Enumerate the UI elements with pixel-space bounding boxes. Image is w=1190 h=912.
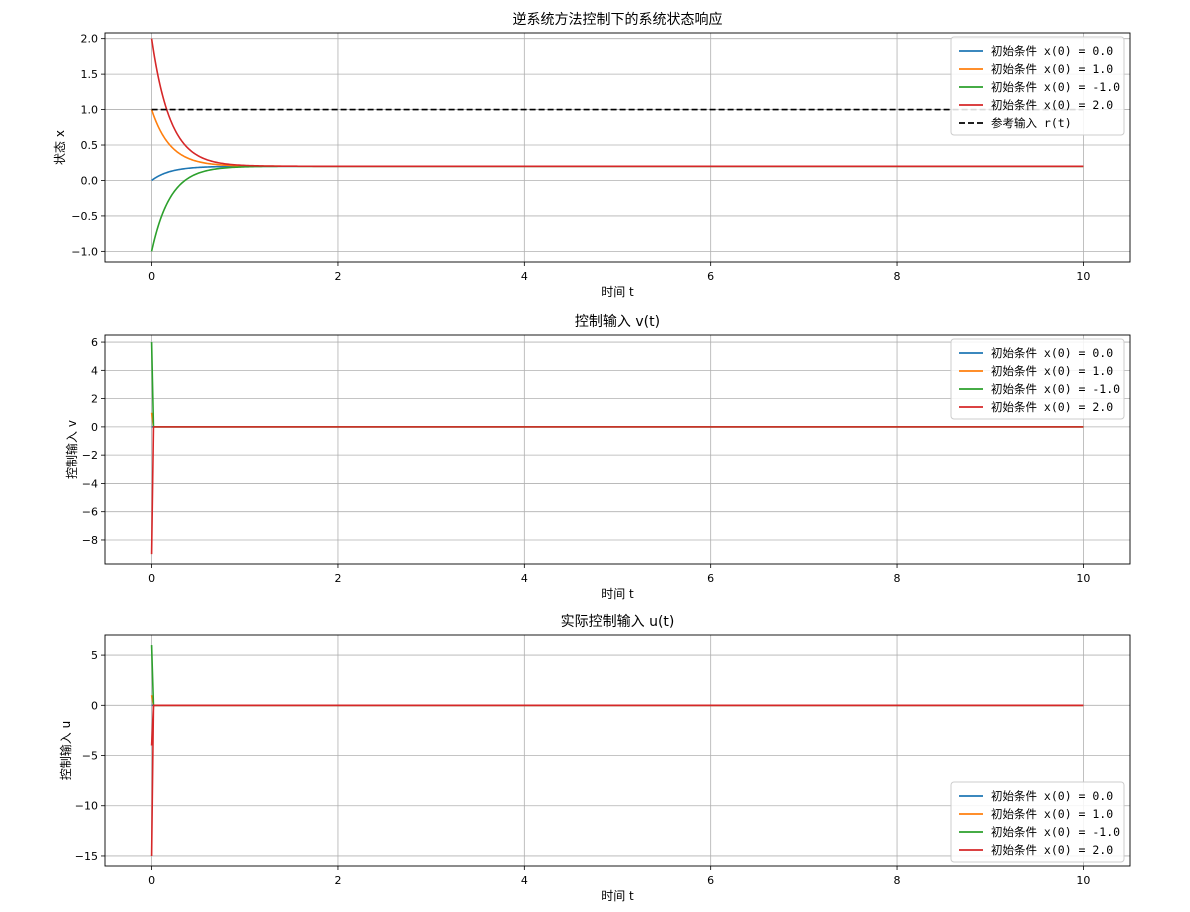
legend-label: 初始条件 x(0) = 0.0 (991, 346, 1113, 360)
x-tick-label: 10 (1076, 572, 1090, 585)
y-tick-label: −4 (82, 477, 98, 490)
y-tick-label: 2 (91, 393, 98, 406)
y-axis-label: 控制输入 u (58, 721, 73, 780)
y-tick-label: −0.5 (71, 210, 98, 223)
series-line (150, 165, 1084, 252)
series-line (150, 38, 1084, 168)
y-tick-label: −2 (82, 449, 98, 462)
y-tick-label: 5 (91, 649, 98, 662)
x-tick-label: 2 (334, 572, 341, 585)
chart-title: 实际控制输入 u(t) (561, 614, 675, 630)
legend-label: 初始条件 x(0) = 1.0 (991, 62, 1113, 76)
legend: 初始条件 x(0) = 0.0 初始条件 x(0) = 1.0 初始条件 x(0) … (950, 781, 1125, 863)
y-tick-label: 2.0 (81, 33, 99, 46)
series-line (150, 412, 1084, 428)
y-axis-label: 状态 x (53, 130, 67, 165)
y-tick-label: −8 (82, 534, 98, 547)
x-tick-label: 6 (707, 874, 714, 887)
legend-label: 初始条件 x(0) = 0.0 (991, 44, 1113, 58)
legend-label: 参考输入 r(t) (991, 116, 1072, 130)
y-tick-label: 0 (91, 421, 98, 434)
x-tick-label: 4 (521, 874, 528, 887)
legend-label: 初始条件 x(0) = 1.0 (991, 807, 1113, 821)
x-tick-label: 6 (707, 572, 714, 585)
y-tick-label: −15 (75, 850, 98, 863)
x-tick-label: 8 (894, 874, 901, 887)
legend-label: 初始条件 x(0) = 2.0 (991, 98, 1113, 112)
x-tick-label: 10 (1076, 874, 1090, 887)
legend-label: 初始条件 x(0) = 1.0 (991, 364, 1113, 378)
series-line (150, 704, 1084, 856)
y-tick-label: 6 (91, 336, 98, 349)
series-line (150, 342, 1084, 428)
y-tick-label: −5 (82, 750, 98, 763)
series-line (150, 704, 1084, 746)
y-tick-label: 1.0 (81, 104, 99, 117)
x-tick-label: 2 (334, 874, 341, 887)
y-tick-label: −6 (82, 506, 98, 519)
y-tick-label: −10 (75, 800, 98, 813)
x-tick-label: 10 (1076, 270, 1090, 283)
y-tick-label: 4 (91, 364, 98, 377)
legend-label: 初始条件 x(0) = -1.0 (991, 382, 1120, 396)
legend-label: 初始条件 x(0) = -1.0 (991, 80, 1120, 94)
x-axis-label: 时间 t (601, 285, 634, 299)
series-line (150, 645, 1084, 707)
y-tick-label: 0.5 (81, 139, 99, 152)
x-axis-label: 时间 t (601, 587, 634, 601)
series-line (150, 109, 1084, 168)
x-tick-label: 4 (521, 270, 528, 283)
legend: 初始条件 x(0) = 0.0 初始条件 x(0) = 1.0 初始条件 x(0) … (950, 36, 1125, 136)
subplot-2: 0 2 4 6 8 10 −8 −6 −4 −2 0 2 4 6 控制输入 v(t) 时间 t 控制输入 v 初始… (64, 314, 1131, 601)
subplot-3: 0 2 4 6 8 10 −15 −10 −5 0 5 实际控制输入 u(t) 时间 t 控制输入 u 初始… (58, 614, 1131, 903)
series-line (150, 426, 1084, 555)
x-axis-label: 时间 t (601, 889, 634, 903)
x-tick-label: 0 (148, 572, 155, 585)
y-tick-label: 0 (91, 699, 98, 712)
chart-title: 控制输入 v(t) (575, 314, 660, 330)
x-tick-label: 0 (148, 270, 155, 283)
y-tick-label: −1.0 (71, 245, 98, 258)
legend: 初始条件 x(0) = 0.0 初始条件 x(0) = 1.0 初始条件 x(0) … (950, 338, 1125, 420)
chart-title: 逆系统方法控制下的系统状态响应 (513, 11, 723, 28)
series-line (151, 165, 1084, 182)
series-lines (150, 645, 1084, 856)
figure: 0 2 4 6 8 10 −1.0 −0.5 0.0 0.5 1.0 1.5 2.0 逆系统方法控制下的系… (53, 11, 1131, 903)
x-tick-label: 4 (521, 572, 528, 585)
x-tick-label: 2 (334, 270, 341, 283)
legend-label: 初始条件 x(0) = -1.0 (991, 825, 1120, 839)
series-lines (150, 342, 1084, 555)
y-axis-label: 控制输入 v (64, 420, 79, 479)
subplot-1: 0 2 4 6 8 10 −1.0 −0.5 0.0 0.5 1.0 1.5 2.0 逆系统方法控制下的系… (53, 11, 1131, 299)
y-tick-label: 1.5 (81, 68, 99, 81)
legend-label: 初始条件 x(0) = 2.0 (991, 843, 1113, 857)
y-tick-label: 0.0 (81, 174, 99, 187)
legend-label: 初始条件 x(0) = 0.0 (991, 789, 1113, 803)
x-tick-label: 0 (148, 874, 155, 887)
legend-label: 初始条件 x(0) = 2.0 (991, 400, 1113, 414)
x-tick-label: 8 (894, 270, 901, 283)
x-tick-label: 6 (707, 270, 714, 283)
series-line (150, 695, 1084, 707)
x-tick-label: 8 (894, 572, 901, 585)
